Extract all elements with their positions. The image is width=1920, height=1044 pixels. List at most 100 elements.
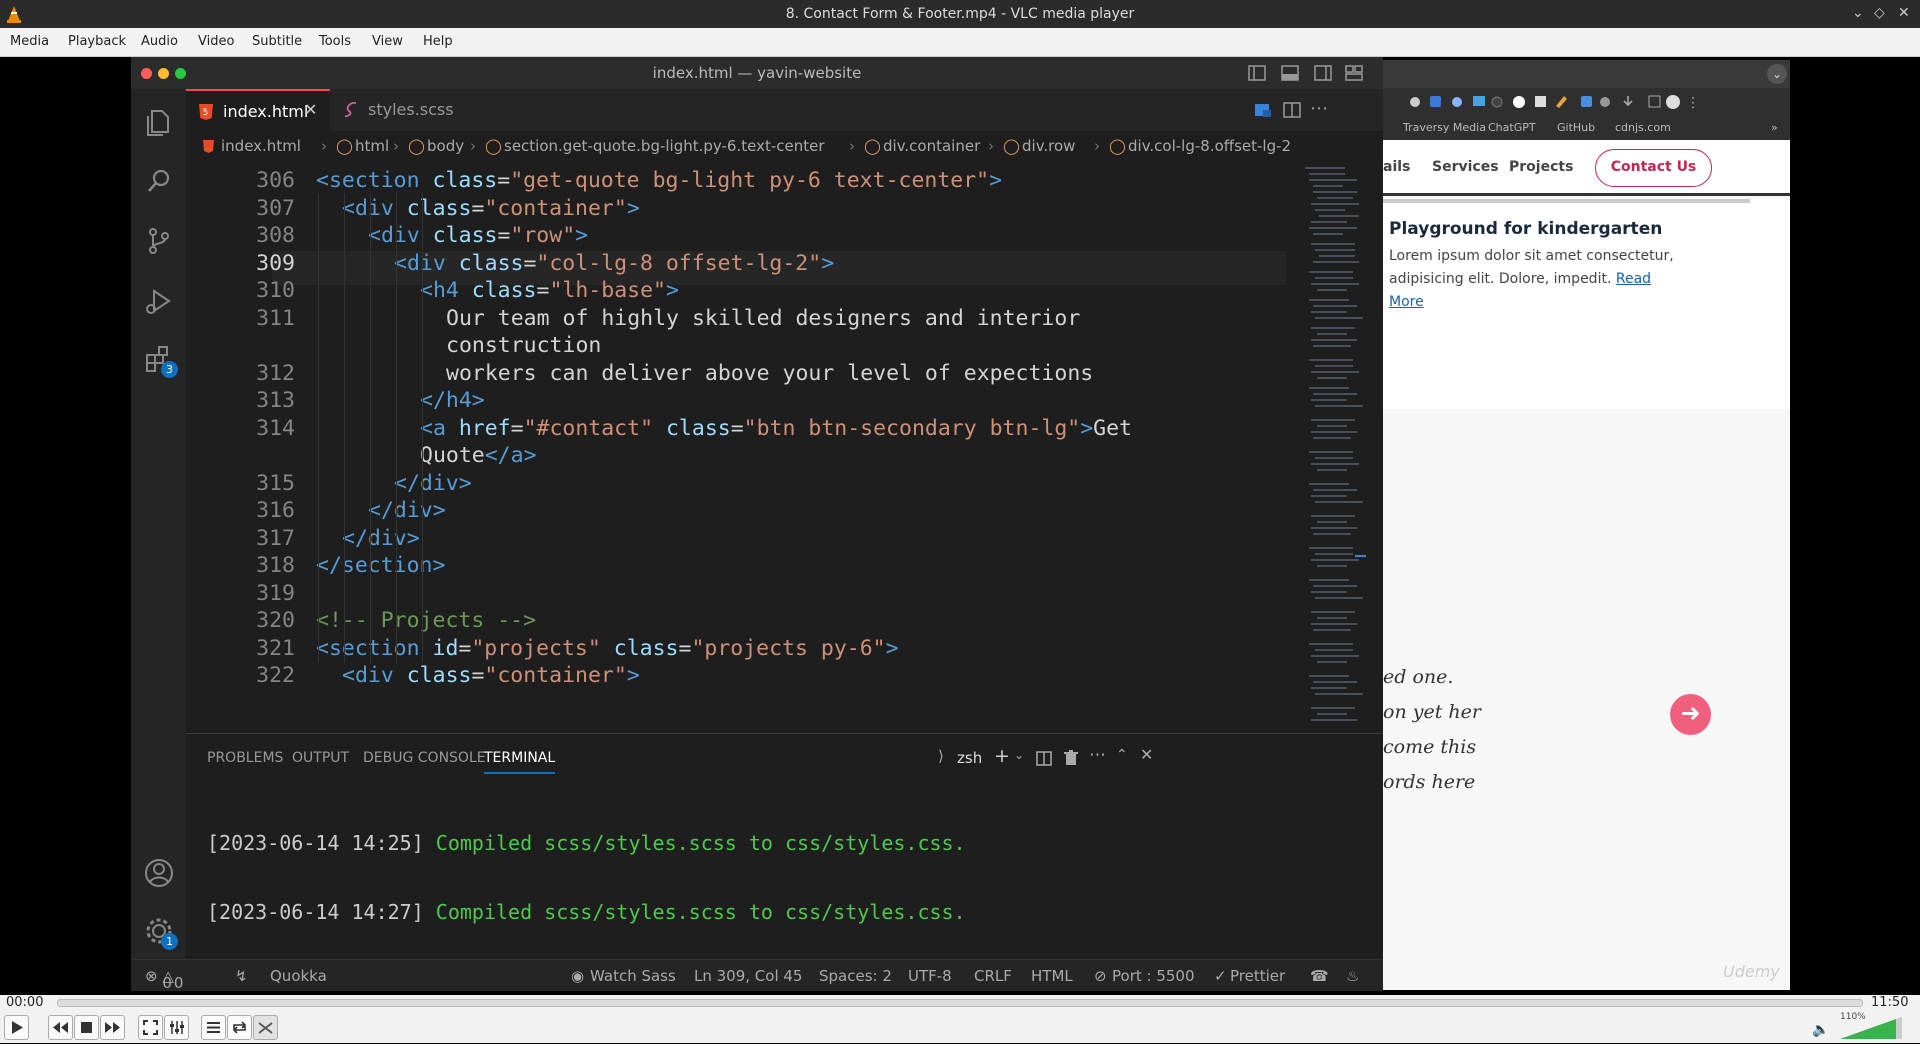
feedback-icon[interactable]: ☎	[1310, 967, 1329, 985]
menu-playback[interactable]: Playback	[68, 34, 126, 49]
trash-icon[interactable]	[1064, 750, 1078, 766]
live-server-port[interactable]: Port : 5500	[1112, 967, 1195, 985]
watch-sass-status[interactable]: Watch Sass	[590, 967, 676, 985]
menu-audio[interactable]: Audio	[141, 34, 178, 49]
arrow-right-icon[interactable]: ➜	[1670, 694, 1711, 735]
quokka-status[interactable]: Quokka	[270, 967, 327, 985]
code-editor[interactable]: 306 <section class="get-quote bg-light py…	[186, 163, 1286, 733]
close-icon[interactable]: ✕	[1898, 5, 1910, 21]
close-panel-icon[interactable]: ✕	[1140, 745, 1153, 764]
cursor-position[interactable]: Ln 309, Col 45	[694, 967, 802, 985]
speaker-icon[interactable]: 🔈	[1812, 1022, 1829, 1038]
source-control-icon[interactable]	[143, 225, 175, 257]
lightning-icon: ↯	[235, 967, 248, 985]
new-terminal-icon[interactable]: +	[994, 745, 1010, 767]
previous-button[interactable]	[48, 1015, 73, 1040]
panel-tab-problems[interactable]: PROBLEMS	[207, 750, 283, 766]
contact-us-button[interactable]: Contact Us	[1595, 149, 1712, 187]
volume-slider[interactable]: 110%	[1840, 1012, 1902, 1040]
bookmark-chatgpt[interactable]: ChatGPT	[1488, 121, 1536, 134]
toggle-panel-icon[interactable]	[1281, 65, 1299, 81]
breadcrumb-item[interactable]: section.get-quote.bg-light.py-6.text-cen…	[504, 137, 825, 155]
shell-name[interactable]: zsh	[957, 749, 982, 767]
language-mode[interactable]: HTML	[1031, 967, 1073, 985]
fullscreen-button[interactable]	[138, 1015, 163, 1040]
explorer-icon[interactable]	[143, 107, 175, 139]
loop-button[interactable]	[227, 1015, 252, 1040]
extension-icons[interactable]: ⋮	[1383, 88, 1790, 116]
breadcrumb-item[interactable]: div.container	[883, 137, 980, 155]
extensions-icon[interactable]: 3	[143, 343, 178, 378]
indentation[interactable]: Spaces: 2	[819, 967, 892, 985]
open-preview-icon[interactable]	[1254, 102, 1272, 118]
split-terminal-icon[interactable]	[1036, 751, 1052, 766]
prettier-status[interactable]: Prettier	[1230, 967, 1285, 985]
encoding[interactable]: UTF-8	[908, 967, 952, 985]
panel-tab-debug-console[interactable]: DEBUG CONSOLE	[363, 750, 486, 766]
problems-status[interactable]: ⊗ 0 △ 0	[145, 967, 183, 991]
breadcrumb-item[interactable]: body	[427, 137, 464, 155]
customize-layout-icon[interactable]	[1345, 65, 1363, 81]
nav-link-projects[interactable]: Projects	[1509, 159, 1573, 175]
bookmark-github[interactable]: GitHub	[1557, 121, 1595, 134]
chevron-right-icon: ›	[988, 137, 994, 155]
panel-tab-output[interactable]: OUTPUT	[292, 750, 349, 766]
tab-styles-scss[interactable]: styles.scss	[330, 89, 458, 131]
menu-subtitle[interactable]: Subtitle	[252, 34, 302, 49]
element-icon: ◯	[408, 137, 425, 155]
stop-button[interactable]	[74, 1015, 99, 1040]
tab-index-html[interactable]: 5 index.html ✕	[186, 89, 330, 131]
shuffle-button[interactable]	[253, 1015, 278, 1040]
live-server-icon: ⊘	[1094, 967, 1107, 985]
video-area[interactable]: index.html — yavin-website 3 1 5 index.h…	[0, 57, 1920, 995]
play-button[interactable]	[4, 1015, 29, 1040]
minimize-icon[interactable]: ⌄	[1852, 5, 1864, 21]
project-card: Playground for kindergarten Lorem ipsum …	[1383, 199, 1790, 409]
element-icon: ◯	[336, 137, 353, 155]
code-text: </div>	[342, 525, 420, 551]
next-button[interactable]	[100, 1015, 125, 1040]
more-bookmarks-icon[interactable]: »	[1771, 121, 1778, 134]
maximize-icon[interactable]: ◇	[1874, 5, 1885, 21]
nav-link-details[interactable]: ails	[1383, 159, 1410, 175]
manage-gear-icon[interactable]: 1	[143, 915, 178, 950]
split-editor-icon[interactable]	[1283, 102, 1301, 118]
menu-view[interactable]: View	[372, 34, 403, 49]
menu-media[interactable]: Media	[10, 34, 49, 49]
more-actions-icon[interactable]: ⋯	[1089, 745, 1106, 765]
bookmark-traversy[interactable]: Traversy Media	[1403, 121, 1486, 134]
menu-tools[interactable]: Tools	[319, 34, 351, 49]
maximize-panel-icon[interactable]: ⌃	[1116, 747, 1128, 763]
chevron-down-icon[interactable]: ⌄	[1014, 748, 1024, 762]
search-icon[interactable]	[143, 165, 175, 197]
menu-video[interactable]: Video	[198, 34, 234, 49]
more-actions-icon[interactable]: ⋯	[1310, 98, 1328, 119]
svg-text:5: 5	[203, 108, 209, 118]
breadcrumb-item[interactable]: index.html	[221, 137, 301, 155]
line-endings[interactable]: CRLF	[974, 967, 1012, 985]
breadcrumb-item[interactable]: html	[355, 137, 389, 155]
nav-link-services[interactable]: Services	[1432, 159, 1499, 175]
account-icon[interactable]	[143, 857, 175, 889]
breadcrumb-item[interactable]: div.row	[1022, 137, 1075, 155]
html5-icon: 5	[199, 104, 213, 120]
activity-bar: 3 1	[131, 89, 186, 959]
code-text: construction	[446, 333, 602, 358]
run-debug-icon[interactable]	[143, 285, 175, 317]
menu-help[interactable]: Help	[423, 34, 453, 49]
extended-settings-button[interactable]	[164, 1015, 189, 1040]
breadcrumb-item[interactable]: div.col-lg-8.offset-lg-2	[1128, 137, 1291, 155]
eye-icon: ◉	[571, 967, 585, 985]
minimap[interactable]	[1301, 163, 1366, 729]
toggle-secondary-sidebar-icon[interactable]	[1314, 65, 1332, 81]
code-line[interactable]: 322 <div class="container">	[186, 663, 1286, 697]
chevron-down-icon[interactable]: ⌄	[1767, 64, 1787, 84]
toggle-sidebar-icon[interactable]	[1248, 65, 1266, 81]
tab-close-icon[interactable]: ✕	[304, 100, 317, 119]
code-text: </section>	[316, 553, 446, 578]
panel-tab-terminal[interactable]: TERMINAL	[484, 750, 556, 774]
playlist-button[interactable]	[201, 1015, 226, 1040]
bell-icon[interactable]: ♨	[1346, 967, 1359, 985]
bookmark-cdnjs[interactable]: cdnjs.com	[1615, 121, 1671, 134]
seek-bar[interactable]	[57, 999, 1863, 1007]
